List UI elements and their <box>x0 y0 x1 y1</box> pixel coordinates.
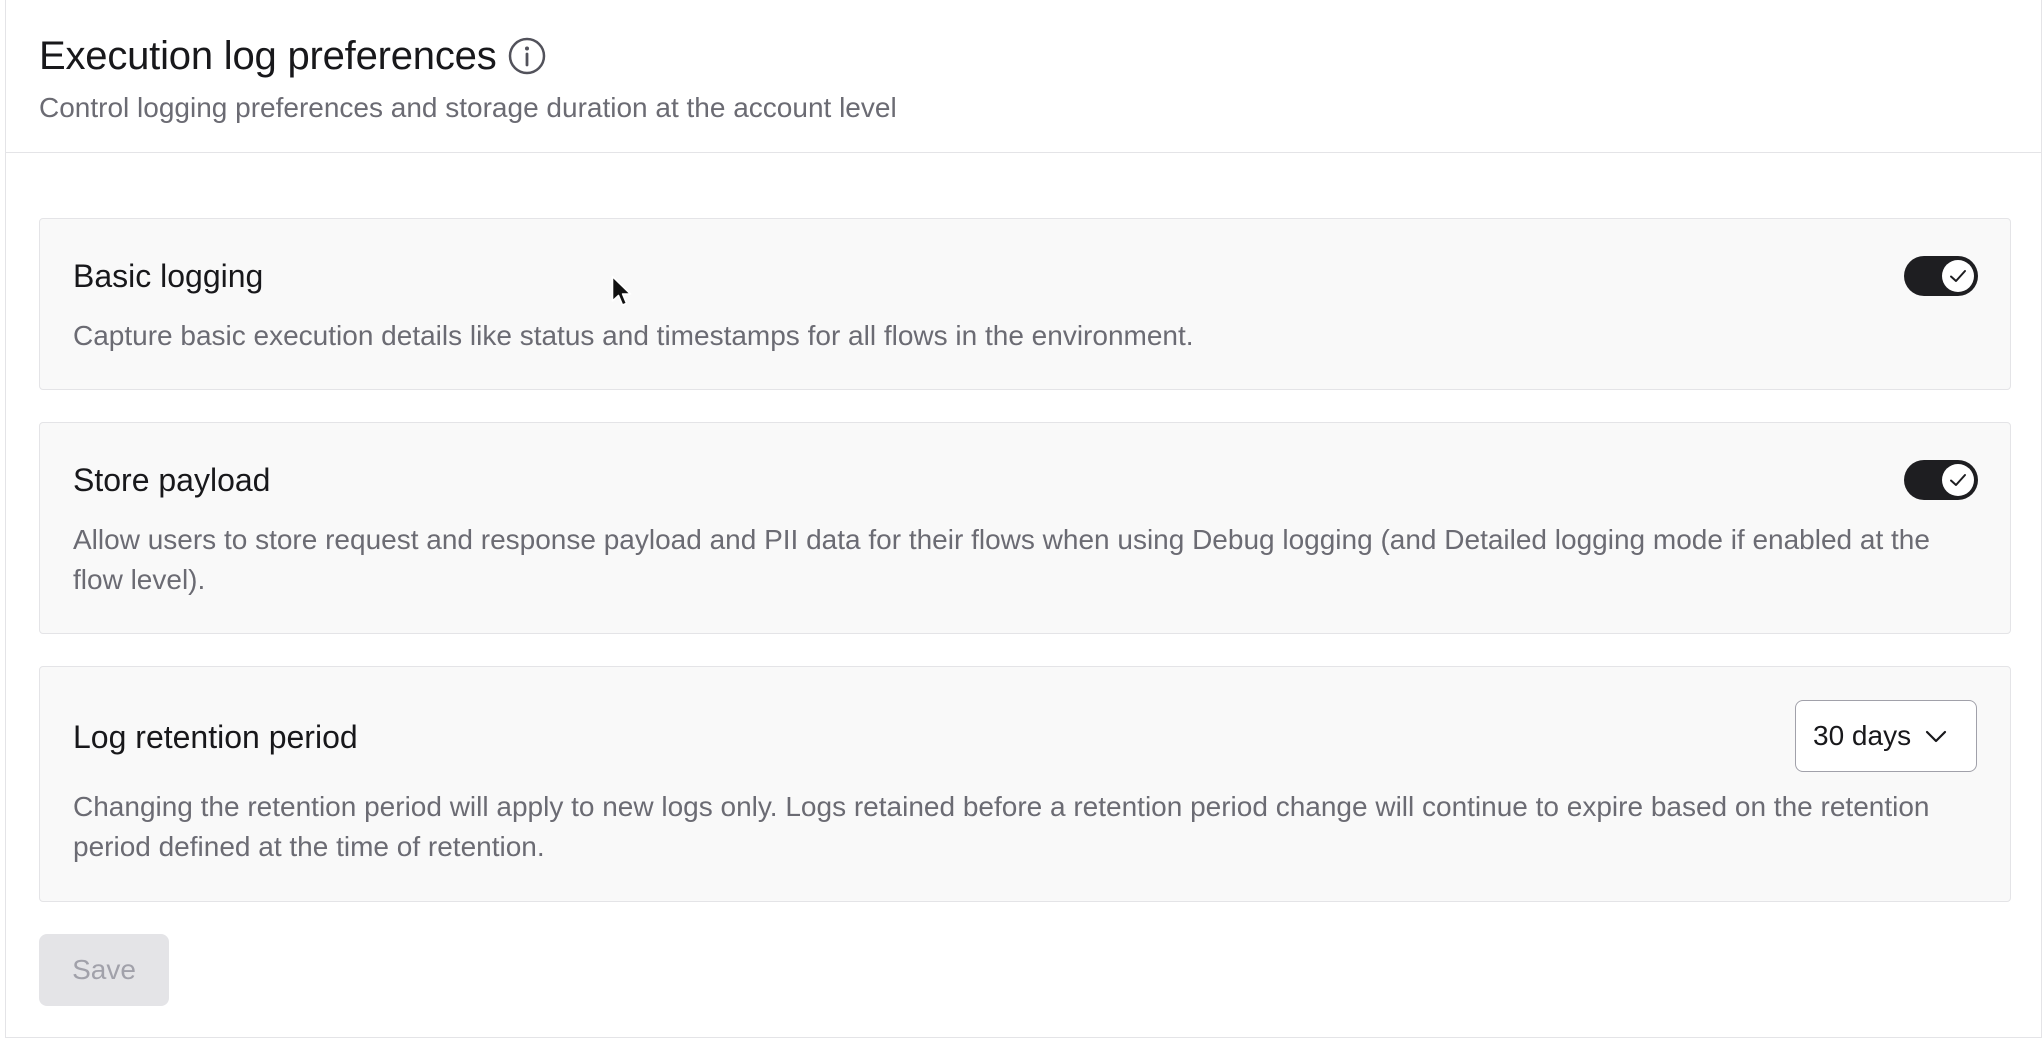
panel-header: Execution log preferences Control loggin… <box>6 0 2041 153</box>
page-title: Execution log preferences <box>39 34 497 78</box>
info-circle-icon[interactable] <box>507 36 547 76</box>
store-payload-title: Store payload <box>73 462 271 498</box>
save-button[interactable]: Save <box>39 934 169 1006</box>
basic-logging-toggle[interactable] <box>1904 256 1978 296</box>
log-retention-description: Changing the retention period will apply… <box>73 791 1930 862</box>
chevron-down-icon <box>1923 723 1949 749</box>
store-payload-description: Allow users to store request and respons… <box>73 524 1930 595</box>
store-payload-toggle[interactable] <box>1904 460 1978 500</box>
retention-period-value: 30 days <box>1813 720 1912 751</box>
toggle-knob <box>1942 260 1974 292</box>
toggle-knob <box>1942 464 1974 496</box>
store-payload-card: Store payload Allow users to store reque… <box>39 422 2011 634</box>
basic-logging-card: Basic logging Capture basic execution de… <box>39 218 2011 390</box>
checkmark-icon <box>1950 270 1966 282</box>
title-row: Execution log preferences <box>39 32 547 80</box>
execution-log-preferences-panel: Execution log preferences Control loggin… <box>5 0 2042 1038</box>
log-retention-card: Log retention period 30 days Changing th… <box>39 666 2011 902</box>
checkmark-icon <box>1950 474 1966 486</box>
log-retention-title: Log retention period <box>73 719 358 755</box>
basic-logging-description: Capture basic execution details like sta… <box>73 320 1194 351</box>
basic-logging-title: Basic logging <box>73 258 264 294</box>
page-subtitle: Control logging preferences and storage … <box>39 92 897 123</box>
retention-period-select[interactable]: 30 days <box>1795 700 1977 772</box>
